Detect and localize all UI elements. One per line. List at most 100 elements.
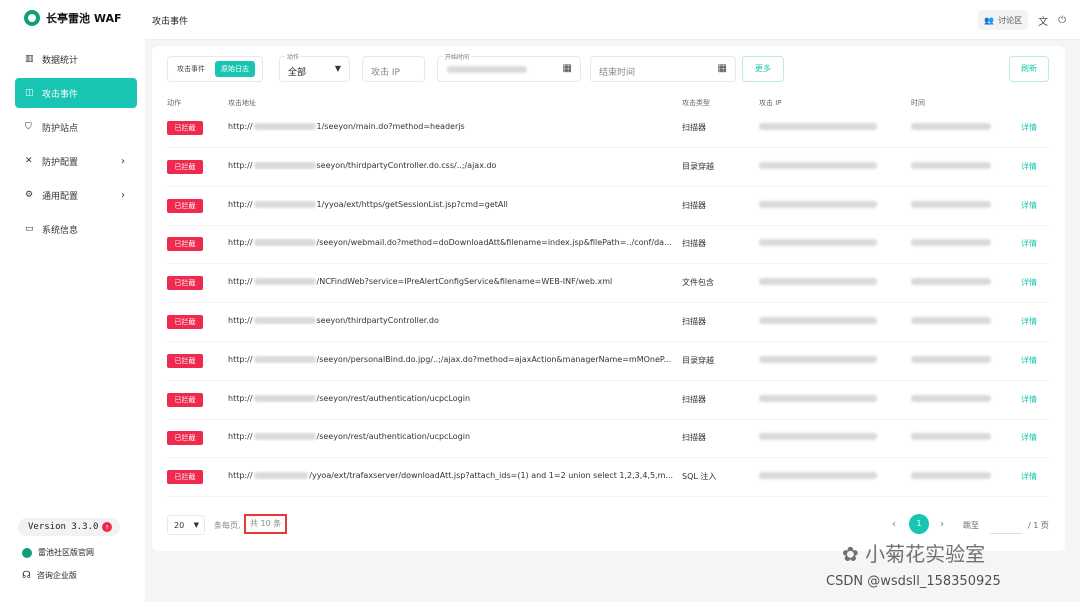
sidebar-item-attack-events[interactable]: ◫ 攻击事件 — [15, 78, 137, 108]
translate-icon[interactable]: 文 — [1038, 13, 1048, 28]
table-header: 动作 攻击地址 攻击类型 攻击 IP 时间 — [167, 96, 1050, 110]
detail-link[interactable]: 详情 — [1021, 355, 1037, 366]
detail-link[interactable]: 详情 — [1021, 471, 1037, 482]
blocked-badge: 已拦截 — [167, 276, 203, 291]
app-title: 长亭雷池 WAF — [46, 12, 122, 25]
caret-down-icon: ▼ — [193, 521, 199, 529]
sidebar-item-label: 系统信息 — [42, 225, 79, 236]
gear-icon: ⚙ — [25, 190, 34, 200]
sidebar-item-general-config[interactable]: ⚙ 通用配置 › — [15, 180, 137, 210]
redacted-host — [253, 317, 316, 324]
page-number-current[interactable]: 1 — [909, 514, 929, 534]
attack-time — [911, 355, 991, 365]
attack-time — [911, 394, 991, 404]
info-icon: ▭ — [25, 224, 34, 234]
redacted-host — [253, 161, 316, 169]
col-action: 动作 — [167, 99, 181, 107]
enterprise-link[interactable]: ☊ 咨询企业版 — [22, 570, 77, 581]
action-select[interactable]: 动作 全部 ▼ — [279, 52, 350, 82]
table-row: 已拦截 http://1/yyoa/ext/https/getSessionLis… — [167, 188, 1050, 226]
attack-ip — [759, 161, 877, 171]
blocked-badge: 已拦截 — [167, 237, 203, 252]
attack-url: http:///NCFindWeb?service=IPreAlertConfi… — [228, 277, 613, 287]
page-title: 攻击事件 — [152, 17, 189, 27]
action-value: 全部 — [288, 68, 307, 78]
blocked-badge: 已拦截 — [167, 470, 203, 485]
version-pill[interactable]: Version 3.3.0 ↑ — [18, 518, 120, 536]
detail-link[interactable]: 详情 — [1021, 432, 1037, 443]
redacted-ip — [759, 123, 877, 130]
refresh-button[interactable]: 刷新 — [1009, 56, 1049, 82]
app-logo[interactable]: 长亭雷池 WAF — [24, 10, 122, 26]
redacted-ip — [759, 200, 877, 208]
attack-time — [911, 200, 991, 210]
redacted-host — [253, 394, 316, 402]
attack-type: 扫描器 — [682, 433, 706, 443]
attack-ip — [759, 200, 877, 210]
attack-ip — [759, 355, 877, 365]
redacted-ip — [759, 161, 877, 169]
redacted-host — [253, 123, 316, 130]
version-text: Version 3.3.0 — [28, 522, 99, 532]
sidebar-item-stats[interactable]: ▥ 数据统计 — [15, 44, 137, 74]
end-time-input[interactable]: 结束时间 ▦ — [590, 56, 736, 82]
detail-link[interactable]: 详情 — [1021, 394, 1037, 405]
detail-link[interactable]: 详情 — [1021, 238, 1037, 249]
community-link[interactable]: 雷池社区版官网 — [22, 547, 94, 558]
attack-url: http://1/seeyon/main.do?method=headerjs — [228, 122, 465, 131]
tab-raw-logs[interactable]: 原始日志 — [215, 61, 255, 77]
caret-down-icon: ▼ — [334, 64, 341, 73]
table-row: 已拦截 http:///seeyon/rest/authentication/uc… — [167, 420, 1050, 459]
redacted-host — [253, 433, 316, 441]
sidebar-item-label: 防护配置 — [42, 157, 79, 168]
topbar: 攻击事件 👥 讨论区 文 ⏻ — [145, 0, 1080, 40]
detail-link[interactable]: 详情 — [1021, 122, 1037, 133]
attack-time — [911, 432, 991, 442]
page-size-select[interactable]: 20 ▼ — [167, 515, 205, 535]
detail-link[interactable]: 详情 — [1021, 200, 1037, 211]
start-time-label: 开始时间 — [443, 52, 472, 61]
discuss-button[interactable]: 👥 讨论区 — [978, 10, 1029, 30]
action-label: 动作 — [285, 52, 302, 61]
csdn-watermark: CSDN @wsdsll_158350925 — [826, 574, 1001, 589]
table-row: 已拦截 http:///seeyon/webmail.do?method=doDo… — [167, 226, 1050, 265]
wechat-watermark: ✿ 小菊花实验室 — [842, 542, 986, 566]
ip-input[interactable]: 攻击 IP — [362, 56, 425, 82]
attack-ip — [759, 432, 877, 442]
redacted-ip — [759, 355, 877, 363]
table-row: 已拦截 http:///yyoa/ext/trafaxserver/downloa… — [167, 459, 1050, 498]
attack-type: 文件包含 — [682, 278, 714, 288]
sidebar-item-label: 数据统计 — [42, 55, 79, 66]
col-time: 时间 — [911, 99, 925, 107]
table-row: 已拦截 http://seeyon/thirdpartyController.do… — [167, 304, 1050, 342]
detail-link[interactable]: 详情 — [1021, 161, 1037, 172]
attack-ip — [759, 394, 877, 404]
prev-page-icon[interactable]: ‹ — [892, 519, 896, 530]
sidebar-item-label: 防护站点 — [42, 123, 79, 134]
attack-ip — [759, 471, 877, 481]
start-time-input[interactable]: 开始时间 ▦ — [437, 52, 581, 82]
logout-icon[interactable]: ⏻ — [1058, 15, 1066, 26]
jump-page-input[interactable] — [990, 514, 1022, 534]
attack-time — [911, 238, 991, 248]
attack-url: http://seeyon/thirdpartyController.do — [228, 316, 439, 325]
calendar-icon: ▦ — [717, 63, 727, 74]
attack-type: 目录穿越 — [682, 161, 714, 171]
more-button[interactable]: 更多 — [742, 56, 784, 82]
tab-attack-events[interactable]: 攻击事件 — [171, 61, 211, 77]
next-page-icon[interactable]: › — [940, 519, 944, 530]
attack-type: 扫描器 — [682, 200, 706, 210]
shield-logo-icon — [22, 547, 32, 558]
sidebar-item-system-info[interactable]: ▭ 系统信息 — [15, 214, 137, 244]
sidebar-item-protect-config[interactable]: ✕ 防护配置 › — [15, 146, 137, 176]
detail-link[interactable]: 详情 — [1021, 277, 1037, 288]
alert-icon: ◫ — [25, 88, 34, 98]
users-icon: 👥 — [984, 15, 995, 25]
sidebar-item-sites[interactable]: ⛉ 防护站点 — [15, 112, 137, 142]
table-row: 已拦截 http:///NCFindWeb?service=IPreAlertCo… — [167, 265, 1050, 304]
blocked-badge: 已拦截 — [167, 159, 203, 174]
attack-ip — [759, 316, 877, 326]
detail-link[interactable]: 详情 — [1021, 316, 1037, 327]
table-row: 已拦截 http:///seeyon/personalBind.do.jpg/..… — [167, 343, 1050, 381]
redacted-host — [253, 239, 316, 247]
